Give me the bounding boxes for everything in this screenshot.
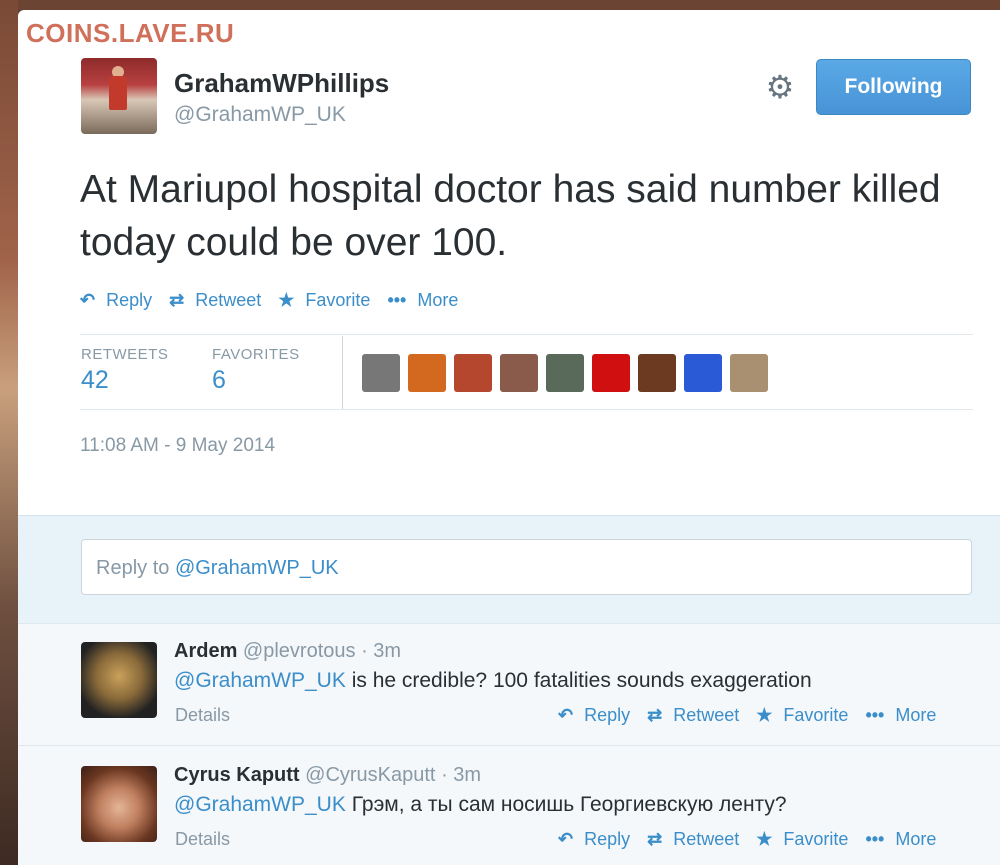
favoriter-avatar[interactable] bbox=[592, 354, 630, 392]
reply-avatar[interactable] bbox=[81, 766, 157, 842]
following-button[interactable]: Following bbox=[816, 59, 971, 115]
favoriter-avatar[interactable] bbox=[408, 354, 446, 392]
reply-display-name: Ardem bbox=[174, 640, 238, 662]
divider bbox=[80, 334, 973, 335]
retweet-icon: ⇄ bbox=[169, 290, 185, 310]
retweet-label: Retweet bbox=[673, 705, 740, 725]
favoriter-avatar[interactable] bbox=[362, 354, 400, 392]
star-icon: ★ bbox=[756, 705, 773, 725]
reply-action[interactable]: ↶ Reply bbox=[558, 705, 630, 726]
favorite-action[interactable]: ★ Favorite bbox=[278, 290, 370, 311]
reply-author[interactable]: Ardem @plevrotous · 3m bbox=[174, 640, 401, 663]
more-dots-icon: ••• bbox=[387, 290, 407, 310]
reply-tweet[interactable]: Cyrus Kaputt @CyrusKaputt · 3m @GrahamWP… bbox=[18, 745, 1000, 865]
reply-time: 3m bbox=[453, 764, 482, 786]
stats-divider bbox=[342, 336, 343, 410]
reply-text: @GrahamWP_UK Грэм, а ты сам носишь Георг… bbox=[174, 793, 787, 817]
more-action[interactable]: ••• More bbox=[865, 829, 936, 850]
reply-action[interactable]: ↶ Reply bbox=[558, 829, 630, 850]
star-icon: ★ bbox=[756, 829, 773, 849]
reply-label: Reply bbox=[584, 705, 631, 725]
more-action[interactable]: ••• More bbox=[865, 705, 936, 726]
favorite-action[interactable]: ★ Favorite bbox=[756, 705, 848, 726]
reply-separator: · bbox=[441, 764, 454, 786]
favorites-count[interactable]: 6 bbox=[212, 366, 226, 395]
favoriters-avatars bbox=[362, 354, 776, 392]
reply-text: @GrahamWP_UK is he credible? 100 fatalit… bbox=[174, 669, 812, 693]
more-label: More bbox=[895, 705, 937, 725]
reply-time: 3m bbox=[373, 640, 402, 662]
favoriter-avatar[interactable] bbox=[454, 354, 492, 392]
details-link[interactable]: Details bbox=[175, 705, 230, 726]
tweet-text: At Mariupol hospital doctor has said num… bbox=[80, 168, 941, 264]
details-link[interactable]: Details bbox=[175, 829, 230, 850]
reply-mention: @GrahamWP_UK bbox=[174, 557, 339, 579]
reply-body: Грэм, а ты сам носишь Георгиевскую ленту… bbox=[345, 793, 787, 816]
reply-label: Reply bbox=[584, 829, 631, 849]
retweet-icon: ⇄ bbox=[647, 829, 663, 849]
reply-tweet[interactable]: Ardem @plevrotous · 3m @GrahamWP_UK is h… bbox=[18, 623, 1000, 746]
retweets-count[interactable]: 42 bbox=[81, 366, 109, 395]
more-dots-icon: ••• bbox=[865, 829, 885, 849]
retweets-label: RETWEETS bbox=[81, 346, 169, 363]
favoriter-avatar[interactable] bbox=[546, 354, 584, 392]
reply-icon: ↶ bbox=[80, 290, 96, 310]
background-top bbox=[0, 0, 1000, 10]
author-avatar[interactable] bbox=[81, 58, 157, 134]
favoriter-avatar[interactable] bbox=[684, 354, 722, 392]
author-handle[interactable]: @GrahamWP_UK bbox=[174, 103, 346, 127]
retweet-label: Retweet bbox=[195, 290, 262, 310]
favoriter-avatar[interactable] bbox=[730, 354, 768, 392]
author-display-name[interactable]: GrahamWPhillips bbox=[174, 68, 389, 99]
reply-handle: @plevrotous bbox=[242, 640, 356, 662]
reply-label: Reply bbox=[106, 290, 153, 310]
favorite-label: Favorite bbox=[783, 829, 849, 849]
retweet-action[interactable]: ⇄ Retweet bbox=[647, 829, 739, 850]
favorite-action[interactable]: ★ Favorite bbox=[756, 829, 848, 850]
reply-input[interactable]: Reply to @GrahamWP_UK bbox=[81, 539, 972, 595]
retweet-action[interactable]: ⇄ Retweet bbox=[169, 290, 261, 311]
favorites-label: FAVORITES bbox=[212, 346, 300, 363]
star-icon: ★ bbox=[278, 290, 295, 310]
tweet-actions: ↶ Reply ⇄ Retweet ★ Favorite ••• More bbox=[80, 290, 475, 311]
reply-icon: ↶ bbox=[558, 829, 574, 849]
background-left bbox=[0, 0, 18, 865]
more-dots-icon: ••• bbox=[865, 705, 885, 725]
retweet-action[interactable]: ⇄ Retweet bbox=[647, 705, 739, 726]
reply-actions: ↶ Reply ⇄ Retweet ★ Favorite ••• More bbox=[558, 705, 953, 726]
tweet-card: GrahamWPhillips @GrahamWP_UK ⚙ Following… bbox=[18, 10, 1000, 865]
reply-mention[interactable]: @GrahamWP_UK bbox=[174, 793, 346, 816]
tweet-timestamp[interactable]: 11:08 AM - 9 May 2014 bbox=[80, 435, 275, 457]
retweet-label: Retweet bbox=[673, 829, 740, 849]
divider bbox=[80, 409, 973, 410]
reply-author[interactable]: Cyrus Kaputt @CyrusKaputt · 3m bbox=[174, 764, 481, 787]
more-label: More bbox=[895, 829, 937, 849]
favoriter-avatar[interactable] bbox=[638, 354, 676, 392]
reply-display-name: Cyrus Kaputt bbox=[174, 764, 300, 786]
reply-separator: · bbox=[361, 640, 374, 662]
gear-icon[interactable]: ⚙ bbox=[763, 70, 797, 104]
watermark: COINS.LAVE.RU bbox=[26, 18, 235, 48]
more-label: More bbox=[417, 290, 459, 310]
reply-mention[interactable]: @GrahamWP_UK bbox=[174, 669, 346, 692]
reply-handle: @CyrusKaputt bbox=[305, 764, 436, 786]
favorite-label: Favorite bbox=[783, 705, 849, 725]
reply-body: is he credible? 100 fatalities sounds ex… bbox=[345, 669, 812, 692]
favorite-label: Favorite bbox=[305, 290, 371, 310]
reply-actions: ↶ Reply ⇄ Retweet ★ Favorite ••• More bbox=[558, 829, 953, 850]
more-action[interactable]: ••• More bbox=[387, 290, 458, 311]
reply-action[interactable]: ↶ Reply bbox=[80, 290, 152, 311]
reply-avatar[interactable] bbox=[81, 642, 157, 718]
favoriter-avatar[interactable] bbox=[500, 354, 538, 392]
reply-icon: ↶ bbox=[558, 705, 574, 725]
reply-prefix: Reply to bbox=[96, 557, 175, 579]
retweet-icon: ⇄ bbox=[647, 705, 663, 725]
